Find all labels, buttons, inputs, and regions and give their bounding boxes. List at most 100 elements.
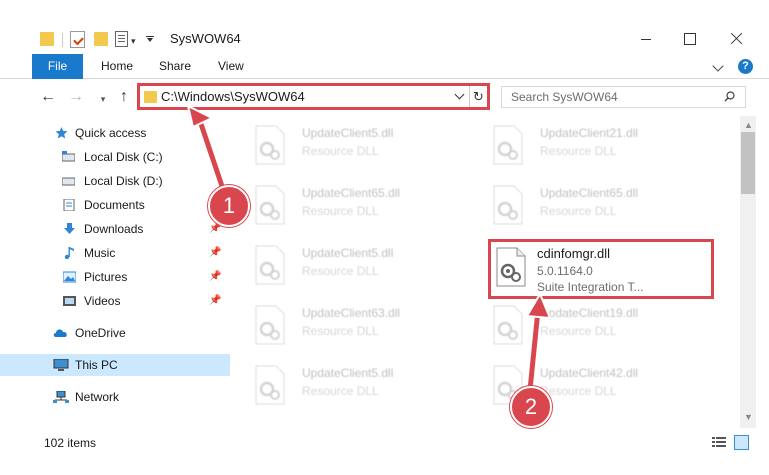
file-type: Resource DLL: [302, 384, 379, 398]
status-bar: 102 items: [0, 432, 769, 454]
address-dropdown-icon[interactable]: [454, 89, 465, 100]
file-type: Resource DLL: [540, 144, 617, 158]
expand-ribbon-icon[interactable]: [712, 60, 724, 72]
file-name: UpdateClient19.dll: [540, 306, 639, 320]
music-icon: [64, 247, 74, 259]
address-bar[interactable]: C:\Windows\SysWOW64 ↻: [137, 83, 490, 110]
tab-home[interactable]: Home: [101, 54, 133, 79]
pin-icon[interactable]: 📌: [209, 247, 221, 258]
sidebar-item-downloads[interactable]: Downloads 📌: [0, 218, 230, 240]
file-name: UpdateClient5.dll: [302, 366, 394, 380]
dll-file-icon: [496, 247, 526, 287]
properties-icon[interactable]: [115, 31, 128, 47]
dll-file-icon: [255, 185, 285, 225]
drive-icon: [62, 151, 75, 162]
step-badge-1: 1: [208, 185, 250, 227]
navigation-pane: Quick access Local Disk (C:) Local Disk …: [0, 120, 230, 430]
sidebar-item-local-disk-d[interactable]: Local Disk (D:): [0, 170, 230, 192]
file-item[interactable]: UpdateClient5.dll Resource DLL: [235, 360, 463, 410]
file-item[interactable]: UpdateClient42.dll Resource DLL: [473, 360, 701, 410]
up-arrow-icon[interactable]: ↑: [114, 88, 134, 106]
file-item[interactable]: UpdateClient19.dll Resource DLL: [473, 300, 701, 350]
new-folder-icon[interactable]: [94, 32, 108, 46]
file-item[interactable]: UpdateClient5.dll Resource DLL: [235, 120, 463, 170]
window-title: SysWOW64: [170, 31, 241, 46]
dll-file-icon: [255, 305, 285, 345]
star-icon: [55, 127, 68, 139]
drive-icon: [62, 177, 75, 186]
file-item[interactable]: UpdateClient65.dll Resource DLL: [235, 180, 463, 230]
help-icon[interactable]: ?: [738, 59, 753, 74]
file-name: UpdateClient5.dll: [302, 126, 394, 140]
sidebar-item-label: Local Disk (D:): [84, 174, 163, 188]
sidebar-item-pictures[interactable]: Pictures 📌: [0, 266, 230, 288]
navigation-bar: ← → ▾ ↑ C:\Windows\SysWOW64 ↻: [0, 80, 769, 114]
sidebar-item-label: Network: [75, 390, 120, 404]
scroll-thumb[interactable]: [741, 132, 755, 194]
file-description: Suite Integration T...: [537, 280, 644, 294]
close-button[interactable]: [715, 28, 759, 50]
network-icon: [53, 391, 69, 403]
recent-locations-icon[interactable]: ▾: [93, 90, 113, 108]
file-version: 5.0.1164.0: [537, 264, 593, 278]
details-view-icon[interactable]: [712, 436, 726, 449]
forward-arrow-icon[interactable]: →: [66, 88, 86, 106]
file-type: Resource DLL: [302, 204, 379, 218]
file-item[interactable]: UpdateClient21.dll Resource DLL: [473, 120, 701, 170]
dll-file-icon: [255, 245, 285, 285]
pin-icon[interactable]: 📌: [209, 271, 221, 282]
vertical-scrollbar[interactable]: ▲ ▼: [740, 116, 756, 428]
refresh-icon[interactable]: ↻: [469, 86, 487, 107]
sidebar-item-label: Documents: [84, 198, 145, 212]
highlighted-file-item[interactable]: cdinfomgr.dll 5.0.1164.0 Suite Integrati…: [488, 239, 714, 299]
properties-check-icon[interactable]: [70, 31, 85, 48]
back-arrow-icon[interactable]: ←: [38, 88, 58, 106]
pin-icon[interactable]: 📌: [209, 295, 221, 306]
dll-file-icon: [255, 125, 285, 165]
file-type: Resource DLL: [302, 144, 379, 158]
file-name: UpdateClient42.dll: [540, 366, 639, 380]
quick-access-caret-icon[interactable]: ▾: [131, 36, 136, 47]
sidebar-item-videos[interactable]: Videos 📌: [0, 290, 230, 312]
minimize-button[interactable]: [624, 28, 668, 50]
sidebar-item-label: This PC: [75, 358, 118, 372]
search-icon[interactable]: [724, 91, 735, 102]
file-name: UpdateClient5.dll: [302, 246, 394, 260]
file-type: Resource DLL: [540, 204, 617, 218]
file-item[interactable]: UpdateClient5.dll Resource DLL: [235, 240, 463, 290]
tab-share[interactable]: Share: [159, 54, 191, 79]
ribbon-tabs: File Home Share View ?: [0, 54, 769, 79]
sidebar-item-documents[interactable]: Documents 📌: [0, 194, 230, 216]
sidebar-item-quick-access[interactable]: Quick access: [0, 122, 230, 144]
tab-file[interactable]: File: [32, 54, 83, 79]
search-box[interactable]: [501, 86, 746, 108]
scroll-down-icon[interactable]: ▼: [744, 412, 753, 422]
search-input[interactable]: [502, 87, 717, 107]
file-item[interactable]: UpdateClient65.dll Resource DLL: [473, 180, 701, 230]
file-name: UpdateClient65.dll: [540, 186, 639, 200]
scroll-up-icon[interactable]: ▲: [744, 120, 753, 130]
videos-icon: [63, 296, 76, 306]
toolbar-divider: [62, 33, 63, 47]
maximize-button[interactable]: [668, 28, 712, 50]
sidebar-item-onedrive[interactable]: OneDrive: [0, 322, 230, 344]
dll-file-icon: [255, 365, 285, 405]
large-icons-view-icon[interactable]: [734, 435, 749, 450]
sidebar-item-network[interactable]: Network: [0, 386, 230, 408]
folder-icon: [40, 32, 54, 46]
file-name: UpdateClient63.dll: [302, 306, 401, 320]
tab-view[interactable]: View: [218, 54, 244, 79]
file-type: Resource DLL: [540, 324, 617, 338]
address-path[interactable]: C:\Windows\SysWOW64: [161, 89, 305, 104]
customize-toolbar-icon[interactable]: [146, 36, 154, 42]
step-badge-2: 2: [510, 386, 552, 428]
dll-file-icon: [493, 185, 523, 225]
file-name: UpdateClient21.dll: [540, 126, 639, 140]
title-bar: ▾ SysWOW64: [0, 0, 769, 52]
sidebar-item-music[interactable]: Music 📌: [0, 242, 230, 264]
file-item[interactable]: UpdateClient63.dll Resource DLL: [235, 300, 463, 350]
file-type: Resource DLL: [302, 324, 379, 338]
sidebar-item-this-pc[interactable]: This PC: [0, 354, 230, 376]
sidebar-item-local-disk-c[interactable]: Local Disk (C:): [0, 146, 230, 168]
item-count: 102 items: [44, 436, 97, 450]
